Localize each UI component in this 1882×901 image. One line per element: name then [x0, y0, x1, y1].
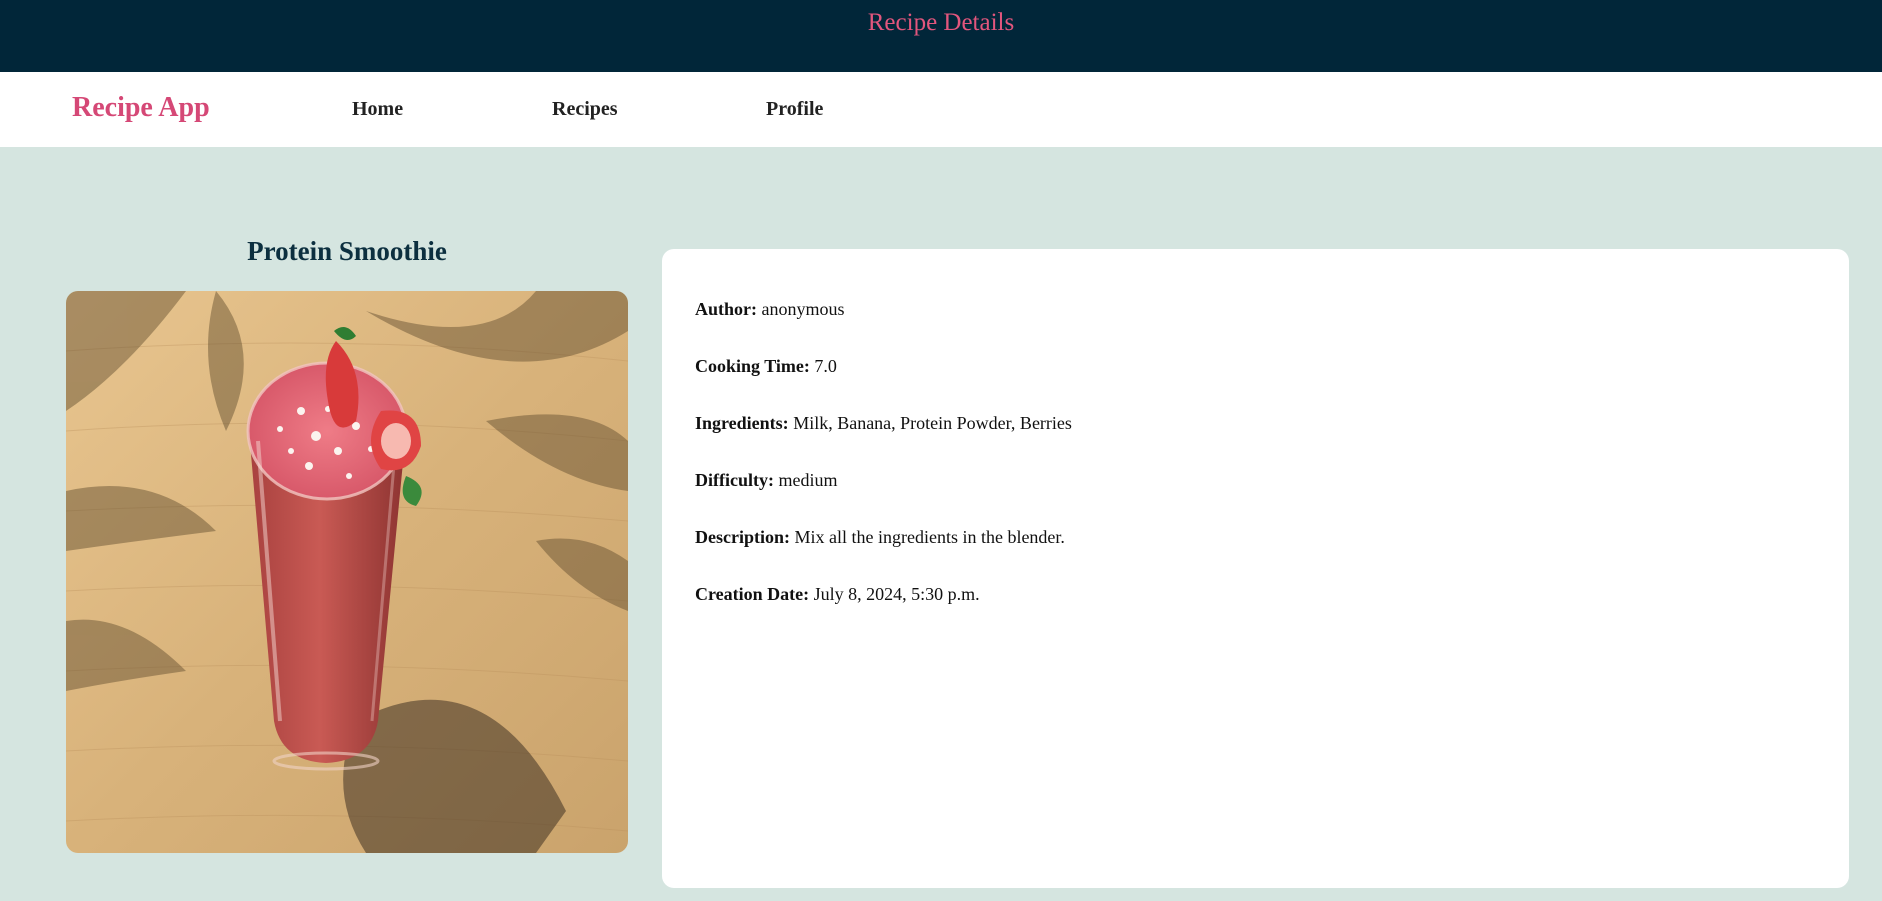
brand-logo-link[interactable]: Recipe App [72, 92, 210, 124]
detail-description-value: Mix all the ingredients in the blender. [794, 527, 1065, 547]
navigation-bar: Recipe App Home Recipes Profile [0, 72, 1882, 147]
detail-creation-date-value: July 8, 2024, 5:30 p.m. [813, 584, 980, 604]
detail-cooking-time: Cooking Time: 7.0 [695, 356, 837, 377]
page-header-title: Recipe Details [867, 9, 1015, 36]
detail-creation-date-label: Creation Date: [695, 584, 810, 604]
detail-cooking-time-value: 7.0 [814, 356, 837, 376]
recipe-image [66, 291, 628, 853]
detail-ingredients-value: Milk, Banana, Protein Powder, Berries [793, 413, 1072, 433]
detail-creation-date: Creation Date: July 8, 2024, 5:30 p.m. [695, 584, 980, 605]
recipe-details-card: Author: anonymous Cooking Time: 7.0 Ingr… [662, 249, 1849, 888]
detail-author-label: Author: [695, 299, 757, 319]
detail-description-label: Description: [695, 527, 790, 547]
detail-ingredients: Ingredients: Milk, Banana, Protein Powde… [695, 413, 1072, 434]
recipe-title: Protein Smoothie [247, 236, 447, 266]
nav-link-recipes[interactable]: Recipes [552, 98, 618, 121]
smoothie-photo-illustration [66, 291, 628, 853]
detail-description: Description: Mix all the ingredients in … [695, 527, 1065, 548]
nav-link-profile[interactable]: Profile [766, 98, 823, 121]
detail-difficulty-label: Difficulty: [695, 470, 774, 490]
detail-difficulty: Difficulty: medium [695, 470, 837, 491]
nav-link-home[interactable]: Home [352, 98, 403, 121]
top-header-bar: Recipe Details [0, 0, 1882, 72]
detail-author: Author: anonymous [695, 299, 845, 320]
detail-cooking-time-label: Cooking Time: [695, 356, 810, 376]
detail-author-value: anonymous [761, 299, 845, 319]
detail-difficulty-value: medium [778, 470, 838, 490]
detail-ingredients-label: Ingredients: [695, 413, 789, 433]
